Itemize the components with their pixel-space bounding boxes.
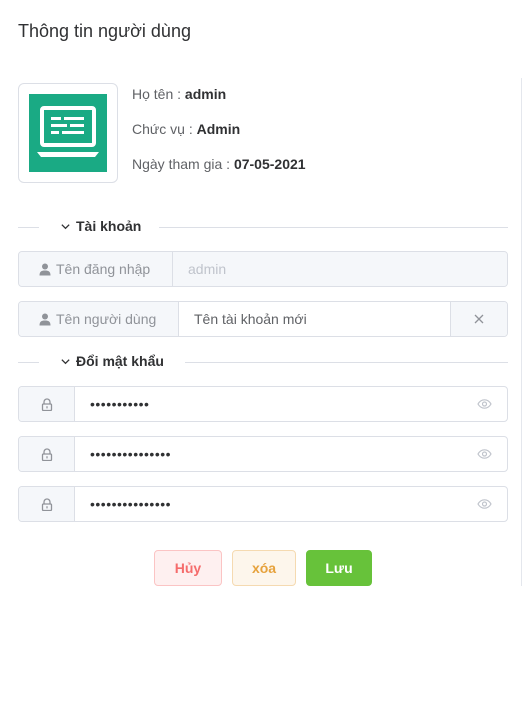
profile-role-label: Chức vụ : [132, 121, 197, 137]
new-password-prepend [19, 437, 75, 471]
password-section-title: Đổi mật khẩu [76, 353, 164, 369]
cancel-button[interactable]: Hủy [154, 550, 222, 586]
delete-button[interactable]: xóa [232, 550, 296, 586]
displayname-input-group: Tên người dùng [18, 301, 508, 337]
current-password-group: ••••••••••• [18, 386, 508, 422]
username-input-group: Tên đăng nhập [18, 251, 508, 287]
divider-line-left [18, 227, 39, 228]
eye-icon[interactable] [477, 449, 492, 459]
confirm-password-prepend [19, 487, 75, 521]
confirm-password-group: ••••••••••••••• [18, 486, 508, 522]
username-label: Tên đăng nhập [56, 261, 151, 277]
displayname-input[interactable] [179, 302, 450, 336]
password-section-header[interactable]: Đổi mật khẩu [60, 353, 164, 369]
profile-name: Họ tên : admin [132, 86, 226, 102]
profile-joined-value: 07-05-2021 [233, 156, 306, 172]
new-password-input[interactable]: ••••••••••••••• [75, 437, 507, 471]
profile-role-value: Admin [196, 121, 241, 137]
save-button[interactable]: Lưu [306, 550, 372, 586]
eye-icon[interactable] [477, 399, 492, 409]
clear-button[interactable] [450, 302, 507, 336]
current-password-prepend [19, 387, 75, 421]
avatar-background [29, 94, 107, 172]
right-border [521, 78, 522, 586]
profile-role: Chức vụ : Admin [132, 121, 240, 137]
password-section-divider[interactable]: Đổi mật khẩu [18, 352, 508, 372]
close-icon [474, 314, 484, 324]
avatar [18, 83, 118, 183]
account-section-title: Tài khoản [76, 218, 142, 234]
laptop-icon [37, 106, 99, 157]
divider-line-left [18, 362, 39, 363]
lock-icon [41, 447, 52, 461]
displayname-prepend: Tên người dùng [19, 302, 179, 336]
profile-name-label: Họ tên : [132, 86, 185, 102]
eye-icon[interactable] [477, 499, 492, 509]
new-password-group: ••••••••••••••• [18, 436, 508, 472]
username-prepend: Tên đăng nhập [19, 252, 173, 286]
username-input[interactable] [173, 252, 507, 286]
chevron-down-icon [61, 358, 70, 364]
profile-name-value: admin [184, 86, 227, 102]
displayname-label: Tên người dùng [56, 311, 157, 327]
account-section-header[interactable]: Tài khoản [60, 218, 141, 234]
profile-joined: Ngày tham gia : 07-05-2021 [132, 156, 306, 172]
account-section-divider[interactable]: Tài khoản [18, 217, 508, 237]
chevron-down-icon [61, 223, 70, 229]
user-icon [39, 313, 51, 325]
page-title: Thông tin người dùng [18, 21, 191, 41]
current-password-input[interactable]: ••••••••••• [75, 387, 507, 421]
current-password-value: ••••••••••• [90, 396, 150, 412]
lock-icon [41, 497, 52, 511]
lock-icon [41, 397, 52, 411]
profile-joined-label: Ngày tham gia : [132, 156, 234, 172]
divider-line-right [159, 227, 508, 228]
confirm-password-value: ••••••••••••••• [90, 496, 172, 512]
confirm-password-input[interactable]: ••••••••••••••• [75, 487, 507, 521]
divider-line-right [185, 362, 508, 363]
user-icon [39, 263, 51, 275]
new-password-value: ••••••••••••••• [90, 446, 172, 462]
